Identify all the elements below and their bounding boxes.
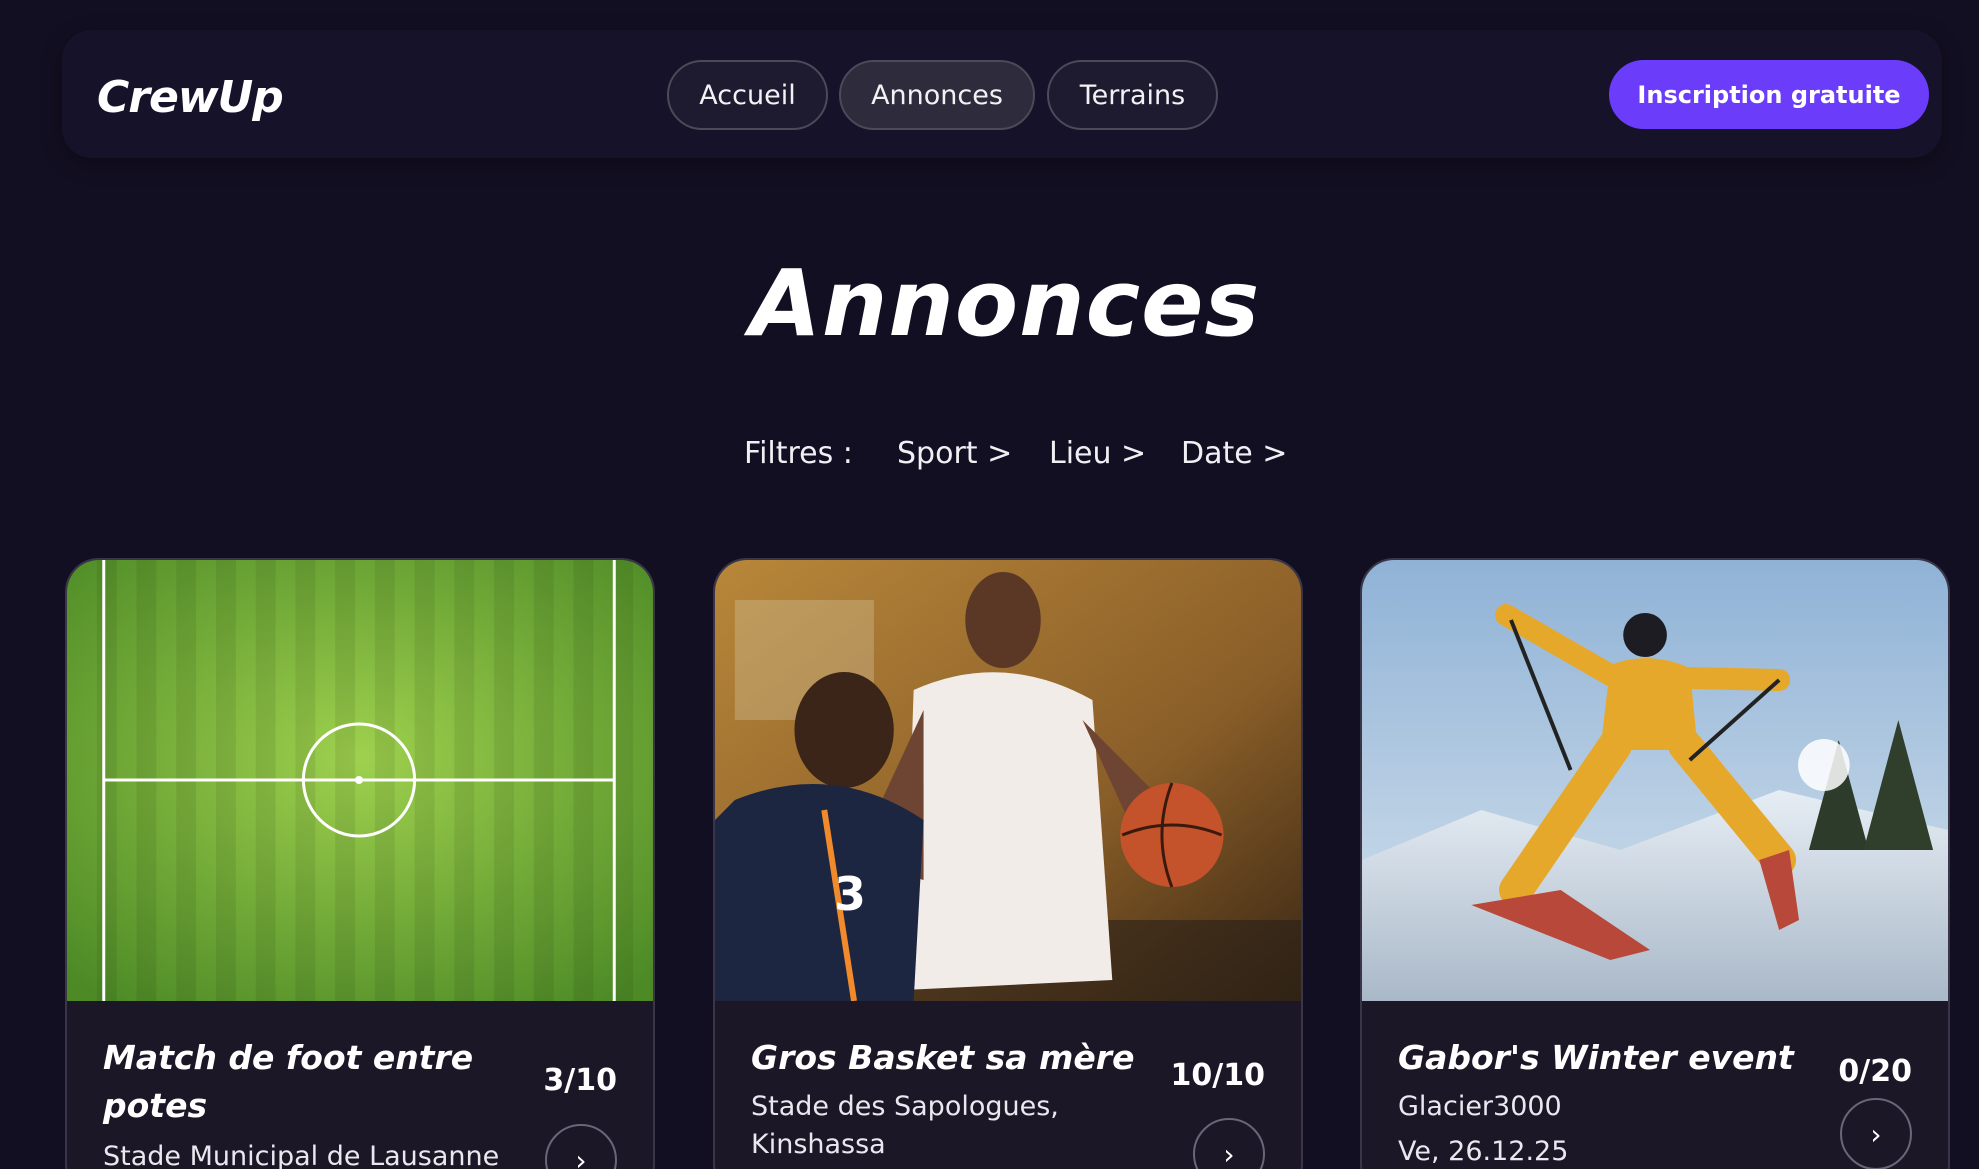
- chevron-right-icon[interactable]: ›: [1193, 1118, 1265, 1169]
- participants-count: 10/10: [1170, 1058, 1265, 1093]
- soccer-field-image: [67, 560, 653, 1001]
- card-title: Gros Basket sa mère: [751, 1038, 1135, 1077]
- card-date: Ve, 26.12.25: [1398, 1136, 1569, 1167]
- nav-annonces[interactable]: Annonces: [839, 60, 1035, 130]
- filter-sport[interactable]: Sport >: [897, 436, 1012, 471]
- card-location: Glacier3000: [1398, 1091, 1562, 1122]
- participants-count: 0/20: [1838, 1054, 1912, 1089]
- event-card[interactable]: Gabor's Winter event 0/20 Glacier3000 Ve…: [1360, 558, 1950, 1169]
- card-title: Gabor's Winter event: [1398, 1038, 1794, 1077]
- signup-button[interactable]: Inscription gratuite: [1609, 60, 1929, 129]
- card-location: Stade des Sapologues, Kinshassa: [751, 1091, 1059, 1160]
- filters-label: Filtres :: [744, 436, 853, 471]
- card-title: Match de foot entre potes: [103, 1038, 474, 1125]
- app-logo[interactable]: CrewUp: [97, 72, 284, 123]
- skier-in-snow-image: [1362, 560, 1948, 1001]
- basketball-players-image: 3: [715, 560, 1301, 1001]
- chevron-right-icon[interactable]: ›: [545, 1124, 617, 1169]
- svg-text:3: 3: [834, 867, 866, 921]
- nav-terrains[interactable]: Terrains: [1047, 60, 1218, 130]
- chevron-right-icon[interactable]: ›: [1840, 1098, 1912, 1169]
- filter-lieu[interactable]: Lieu >: [1049, 436, 1146, 471]
- event-card[interactable]: Match de foot entre potes 3/10 Stade Mun…: [65, 558, 655, 1169]
- nav-accueil[interactable]: Accueil: [667, 60, 828, 130]
- filter-date[interactable]: Date >: [1181, 436, 1287, 471]
- participants-count: 3/10: [543, 1063, 617, 1098]
- event-card[interactable]: 3 Gros Basket sa mère 10/10 Stade des Sa…: [713, 558, 1303, 1169]
- card-location: Stade Municipal de Lausanne: [103, 1141, 500, 1169]
- page-title: Annonces: [749, 250, 1261, 357]
